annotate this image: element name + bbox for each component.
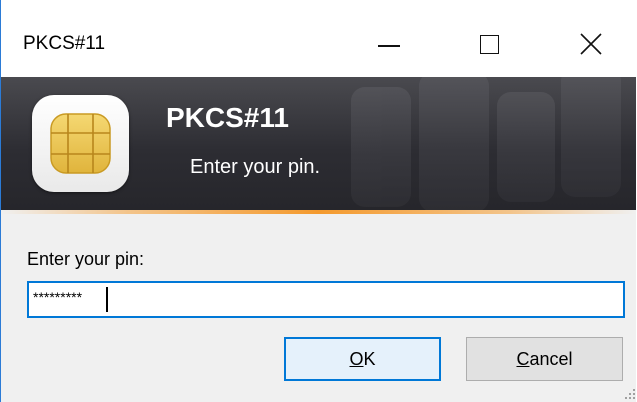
banner-subtitle: Enter your pin. bbox=[190, 156, 321, 178]
pkcs11-dialog: PKCS#11 PKCS#11 Enter your pin. Enter yo… bbox=[0, 0, 636, 402]
pin-input[interactable] bbox=[27, 281, 625, 318]
cancel-label: ancel bbox=[529, 348, 573, 369]
title-bar[interactable]: PKCS#11 bbox=[1, 0, 636, 88]
window-title: PKCS#11 bbox=[23, 33, 106, 54]
close-icon bbox=[580, 33, 602, 55]
banner-accent-line bbox=[1, 210, 636, 214]
close-button[interactable] bbox=[556, 0, 626, 88]
ok-button[interactable]: OK bbox=[284, 337, 441, 381]
minimize-button[interactable] bbox=[354, 0, 424, 88]
smartcard-chip-icon bbox=[32, 95, 129, 192]
banner-title: PKCS#11 bbox=[166, 102, 289, 133]
cancel-mnemonic: C bbox=[516, 348, 530, 369]
ok-label: K bbox=[363, 348, 376, 369]
resize-grip-icon[interactable] bbox=[624, 388, 636, 400]
header-banner: PKCS#11 Enter your pin. bbox=[1, 77, 636, 210]
maximize-button[interactable] bbox=[454, 0, 524, 88]
maximize-icon bbox=[479, 34, 499, 54]
cancel-button[interactable]: Cancel bbox=[466, 337, 623, 381]
ok-mnemonic: O bbox=[349, 348, 364, 369]
minimize-icon bbox=[378, 45, 400, 47]
text-caret bbox=[106, 287, 108, 312]
pin-label: Enter your pin: bbox=[27, 249, 145, 269]
banner-decoration bbox=[331, 77, 636, 210]
